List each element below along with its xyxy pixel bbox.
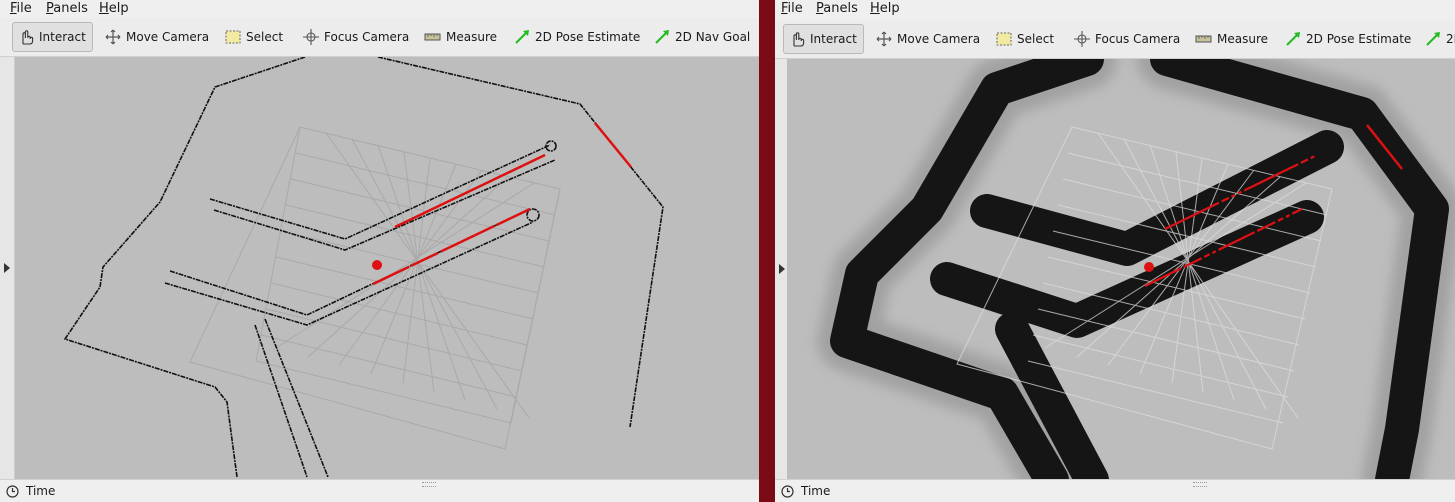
rviz-window-right: File Panels Help Interact Move Camera Se… [775,0,1455,502]
interact-label: Interact [810,32,857,46]
focus-camera-label: Focus Camera [1095,32,1181,46]
splitter-grip[interactable] [422,482,436,487]
interact-label: Interact [39,30,86,44]
occupancy-walls [63,57,664,478]
nav-goal-tool-button[interactable]: 2I [1424,24,1455,54]
tools-toolbar: Interact Move Camera Select Focus Camera… [0,18,759,57]
menu-bar: File Panels Help [775,0,1455,18]
time-panel: Time [0,479,759,502]
hand-pointer-icon [793,32,805,47]
clock-icon [781,485,794,498]
measure-tool-button[interactable]: Measure [424,22,497,52]
measure-tool-button[interactable]: Measure [1195,24,1268,54]
select-label: Select [246,30,284,44]
measure-label: Measure [1217,32,1268,46]
menu-help[interactable]: Help [870,1,900,16]
move-camera-label: Move Camera [126,30,210,44]
time-label: Time [801,484,831,498]
green-arrow-icon [1286,32,1300,46]
green-arrow-icon [1426,32,1440,46]
green-arrow-icon [655,30,669,44]
pose-estimate-tool-button[interactable]: 2D Pose Estimate [1284,24,1411,54]
hand-pointer-icon [22,30,34,45]
select-tool-button[interactable]: Select [995,24,1054,54]
focus-camera-tool-button[interactable]: Focus Camera [302,22,409,52]
nav-goal-label: 2D Nav Goal [675,30,751,44]
measure-label: Measure [446,30,497,44]
rviz-window-left: File Panels Help Interact Move Camera Se… [0,0,759,502]
selection-box-icon [225,30,241,44]
nav-goal-tool-button[interactable]: 2D Nav Goal [653,22,750,52]
3d-view-costmap[interactable] [787,59,1455,480]
menu-bar: File Panels Help [0,0,759,18]
focus-target-icon [1074,31,1090,47]
move-arrows-icon [105,29,121,45]
move-camera-tool-button[interactable]: Move Camera [104,22,209,52]
focus-target-icon [303,29,319,45]
3d-view-map[interactable] [15,57,759,480]
interact-tool-button[interactable]: Interact [783,24,864,54]
selection-box-icon [996,32,1012,46]
move-camera-label: Move Camera [897,32,981,46]
clock-icon [6,485,19,498]
menu-file[interactable]: File [781,1,803,16]
ruler-icon [1195,35,1212,43]
move-arrows-icon [876,31,892,47]
select-tool-button[interactable]: Select [224,22,283,52]
focus-camera-label: Focus Camera [324,30,410,44]
interact-tool-button[interactable]: Interact [12,22,93,52]
menu-panels[interactable]: Panels [816,1,858,16]
menu-help[interactable]: Help [99,1,129,16]
time-panel: Time [775,479,1455,502]
focus-camera-tool-button[interactable]: Focus Camera [1073,24,1180,54]
expand-arrow-icon[interactable] [779,264,785,274]
select-label: Select [1017,32,1055,46]
move-camera-tool-button[interactable]: Move Camera [875,24,980,54]
pose-estimate-label: 2D Pose Estimate [1306,32,1412,46]
time-label: Time [26,484,56,498]
menu-file[interactable]: File [10,1,32,16]
expand-arrow-icon[interactable] [4,263,10,273]
collapsed-panel-strip[interactable] [0,57,15,480]
costmap-render [787,59,1455,480]
splitter-grip[interactable] [1193,482,1207,487]
map-render [63,57,664,478]
ruler-icon [424,33,441,41]
tools-toolbar: Interact Move Camera Select Focus Camera… [775,20,1455,59]
pose-estimate-tool-button[interactable]: 2D Pose Estimate [513,22,640,52]
pose-estimate-label: 2D Pose Estimate [535,30,641,44]
green-arrow-icon [515,30,529,44]
nav-goal-label: 2I [1446,32,1455,46]
menu-panels[interactable]: Panels [46,1,88,16]
